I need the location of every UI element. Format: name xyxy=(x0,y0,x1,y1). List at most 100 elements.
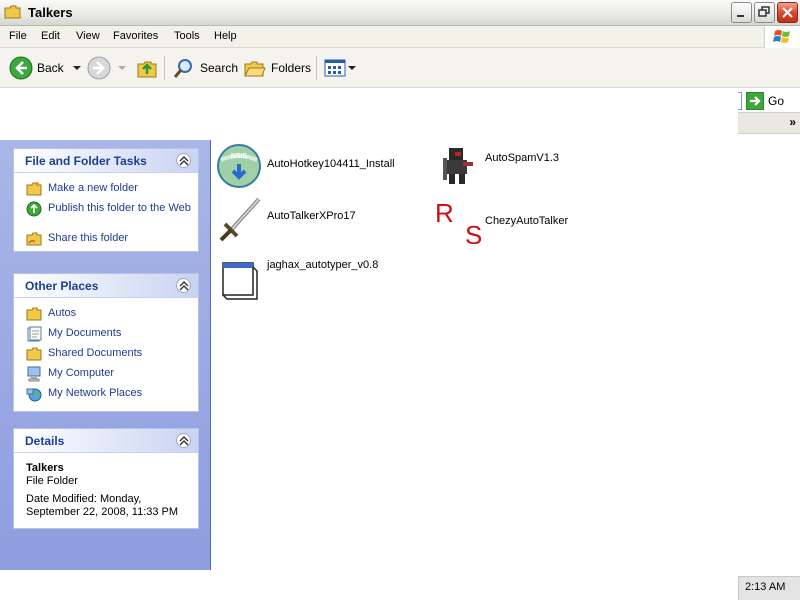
place-my-network-places[interactable]: My Network Places xyxy=(26,387,142,402)
menu-tools[interactable]: Tools xyxy=(174,30,200,42)
close-button[interactable] xyxy=(777,2,798,23)
folders-icon xyxy=(244,61,266,77)
panel-title: Other Places xyxy=(25,279,99,293)
chevron-down-icon[interactable] xyxy=(347,63,357,73)
folders-label: Folders xyxy=(271,61,312,75)
folder-icon xyxy=(4,5,21,19)
folder-icon xyxy=(26,307,42,321)
collapse-button[interactable] xyxy=(176,278,191,293)
panel-header[interactable]: Details xyxy=(14,429,198,453)
back-button[interactable]: Back xyxy=(9,55,84,81)
character-icon xyxy=(443,148,473,184)
minimize-button[interactable] xyxy=(731,2,752,23)
file-name: AutoSpamV1.3 xyxy=(485,152,559,164)
place-my-computer[interactable]: My Computer xyxy=(26,366,114,382)
back-label: Back xyxy=(37,61,64,75)
other-places-panel: Other Places Autos My Documents Shared D… xyxy=(13,273,199,412)
file-item-autospam[interactable]: AutoSpamV1.3 xyxy=(433,142,559,190)
place-my-documents[interactable]: My Documents xyxy=(26,326,121,342)
file-item-jaghax[interactable]: jaghax_autotyper_v0.8 xyxy=(215,255,378,303)
collapse-button[interactable] xyxy=(176,153,191,168)
details-item-type: File Folder xyxy=(26,475,78,487)
shared-folder-icon xyxy=(26,347,42,361)
rs-letter-bottom: S xyxy=(465,220,481,244)
system-tray: 2:13 AM xyxy=(738,576,800,600)
task-make-new-folder[interactable]: Make a new folder xyxy=(26,182,138,197)
toolbar-separator xyxy=(316,56,317,80)
windows-logo xyxy=(764,26,800,48)
my-computer-icon xyxy=(27,366,41,382)
close-icon xyxy=(782,7,793,18)
file-item-chezyautotalker[interactable]: R S ChezyAutoTalker xyxy=(433,196,568,244)
toolbar-separator xyxy=(164,56,165,80)
share-folder-icon xyxy=(26,232,42,246)
restore-icon xyxy=(758,6,770,17)
search-label: Search xyxy=(200,61,239,75)
task-pane: File and Folder Tasks Make a new folder … xyxy=(0,140,211,570)
task-share-folder[interactable]: Share this folder xyxy=(26,232,128,247)
forward-arrow-icon xyxy=(87,56,111,80)
clock[interactable]: 2:13 AM xyxy=(745,581,785,593)
panel-title: File and Folder Tasks xyxy=(25,154,147,168)
search-button[interactable]: Search xyxy=(172,55,238,81)
address-bar-area xyxy=(0,88,800,112)
chevron-down-icon[interactable] xyxy=(70,63,84,73)
collapse-chevron-icon xyxy=(179,156,189,166)
file-name: jaghax_autotyper_v0.8 xyxy=(267,259,379,271)
file-name: AutoHotkey104411_Install xyxy=(267,158,395,170)
installer-badge: NSIS xyxy=(231,153,248,160)
chevron-down-icon[interactable] xyxy=(115,63,129,73)
minimize-icon xyxy=(737,15,744,17)
links-toolbar: » xyxy=(738,112,800,134)
place-autos[interactable]: Autos xyxy=(26,307,76,322)
new-folder-icon xyxy=(26,182,42,196)
network-places-icon xyxy=(26,388,42,402)
views-icon xyxy=(324,59,346,77)
details-modified-line2: September 22, 2008, 11:33 PM xyxy=(26,506,179,518)
panel-title: Details xyxy=(25,434,65,448)
details-item-name: Talkers xyxy=(26,462,64,474)
place-shared-documents[interactable]: Shared Documents xyxy=(26,347,142,362)
menu-file[interactable]: File xyxy=(9,30,27,42)
restore-button[interactable] xyxy=(754,2,775,23)
sword-icon xyxy=(219,197,261,242)
panel-header[interactable]: Other Places xyxy=(14,274,198,298)
more-chevron[interactable]: » xyxy=(789,115,796,129)
go-button[interactable]: Go xyxy=(746,91,784,111)
panel-header[interactable]: File and Folder Tasks xyxy=(14,149,198,173)
address-input-edge[interactable] xyxy=(738,92,742,110)
back-arrow-icon xyxy=(9,56,33,80)
desktop-area xyxy=(0,570,800,600)
collapse-button[interactable] xyxy=(176,433,191,448)
menu-bar: File Edit View Favorites Tools Help xyxy=(0,26,800,48)
publish-web-icon xyxy=(26,201,42,217)
go-arrow-icon xyxy=(746,92,764,110)
menu-help[interactable]: Help xyxy=(214,30,237,42)
rs-icon: R S xyxy=(435,198,481,244)
file-item-autohotkey[interactable]: NSIS AutoHotkey104411_Install xyxy=(215,142,395,190)
window-title: Talkers xyxy=(28,5,73,20)
collapse-chevron-icon xyxy=(179,281,189,291)
menu-edit[interactable]: Edit xyxy=(41,30,60,42)
details-panel: Details Talkers File Folder Date Modifie… xyxy=(13,428,199,529)
file-folder-tasks-panel: File and Folder Tasks Make a new folder … xyxy=(13,148,199,252)
file-name: AutoTalkerXPro17 xyxy=(267,210,356,222)
title-bar[interactable]: Talkers xyxy=(0,0,800,26)
views-button[interactable] xyxy=(323,55,357,81)
folders-button[interactable]: Folders xyxy=(243,55,311,81)
toolbar: Back Search Folders xyxy=(0,48,800,88)
up-folder-icon xyxy=(137,61,157,78)
menu-favorites[interactable]: Favorites xyxy=(113,30,158,42)
go-label: Go xyxy=(768,94,785,108)
forward-button[interactable] xyxy=(87,55,129,81)
collapse-chevron-icon xyxy=(179,436,189,446)
my-documents-icon xyxy=(27,326,42,342)
file-item-autotalkerxpro[interactable]: AutoTalkerXPro17 xyxy=(215,196,356,244)
up-folder-button[interactable] xyxy=(135,55,159,81)
rs-letter-top: R xyxy=(435,198,454,228)
menu-view[interactable]: View xyxy=(76,30,100,42)
details-modified-line1: Date Modified: Monday, xyxy=(26,493,142,505)
window-app-icon xyxy=(222,262,258,300)
task-publish-folder[interactable]: Publish this folder to the Web xyxy=(26,201,191,217)
installer-icon: NSIS xyxy=(217,144,261,188)
